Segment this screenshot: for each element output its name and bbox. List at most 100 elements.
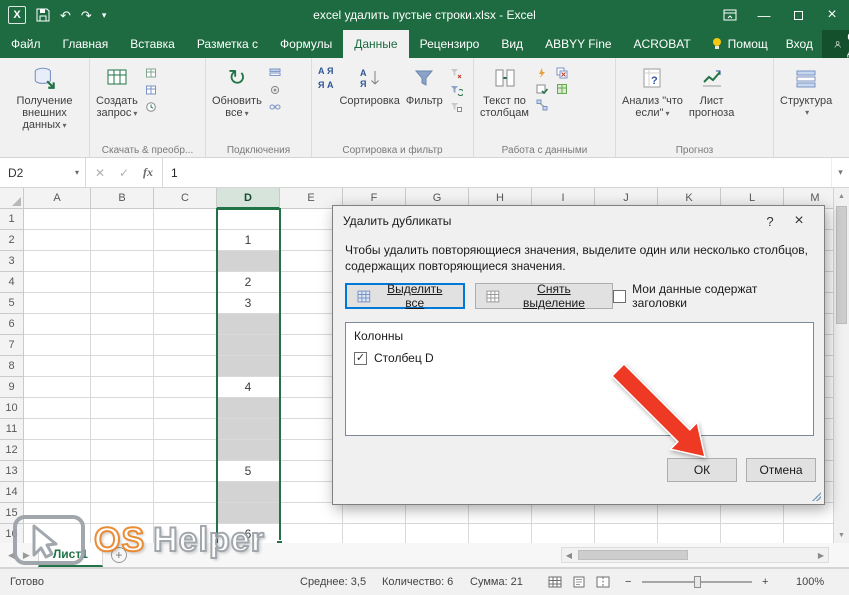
dialog-resize-grip[interactable] (811, 491, 821, 501)
row-header-14[interactable]: 14 (0, 482, 24, 503)
cell-A1[interactable] (24, 209, 91, 230)
cell-A4[interactable] (24, 272, 91, 293)
cancel-button[interactable]: Отмена (746, 458, 816, 482)
cell-A15[interactable] (24, 503, 91, 524)
row-header-3[interactable]: 3 (0, 251, 24, 272)
cell-A7[interactable] (24, 335, 91, 356)
formula-input[interactable]: 1 (163, 158, 831, 187)
maximize-button[interactable] (781, 0, 815, 30)
cell-D8[interactable] (217, 356, 280, 377)
cell-I15[interactable] (532, 503, 595, 524)
cell-G16[interactable] (406, 524, 469, 543)
cell-D2[interactable]: 1 (217, 230, 280, 251)
redo-icon[interactable]: ↷ (81, 9, 92, 22)
flash-fill-icon[interactable] (535, 67, 549, 79)
zoom-slider[interactable] (642, 569, 752, 595)
cell-E16[interactable] (280, 524, 343, 543)
sheet-tab-list1[interactable]: Лист1 (37, 543, 103, 567)
cell-A5[interactable] (24, 293, 91, 314)
cell-A8[interactable] (24, 356, 91, 377)
column-header-C[interactable]: C (154, 188, 217, 209)
cell-K15[interactable] (658, 503, 721, 524)
select-all-corner-button[interactable] (0, 188, 24, 209)
cell-D7[interactable] (217, 335, 280, 356)
row-header-13[interactable]: 13 (0, 461, 24, 482)
cell-B6[interactable] (91, 314, 154, 335)
column-header-D[interactable]: D (217, 188, 280, 209)
name-box[interactable]: D2 ▾ (0, 158, 86, 187)
cell-A2[interactable] (24, 230, 91, 251)
fill-handle[interactable] (276, 540, 283, 543)
row-header-7[interactable]: 7 (0, 335, 24, 356)
unselect-all-button[interactable]: Снять выделение (474, 282, 614, 310)
show-queries-icon[interactable] (144, 67, 158, 79)
column-header-A[interactable]: A (24, 188, 91, 209)
cell-D3[interactable] (217, 251, 280, 272)
cell-A12[interactable] (24, 440, 91, 461)
ok-button[interactable]: ОК (667, 458, 737, 482)
cell-C9[interactable] (154, 377, 217, 398)
scroll-down-icon[interactable]: ▼ (834, 527, 849, 543)
cell-B1[interactable] (91, 209, 154, 230)
sort-az-icon[interactable]: А Я (318, 67, 333, 76)
tab-view[interactable]: Вид (490, 30, 534, 58)
cell-B10[interactable] (91, 398, 154, 419)
ribbon-display-options-icon[interactable] (713, 0, 747, 30)
tab-insert[interactable]: Вставка (119, 30, 186, 58)
cell-C16[interactable] (154, 524, 217, 543)
cell-C2[interactable] (154, 230, 217, 251)
row-header-16[interactable]: 16 (0, 524, 24, 543)
insert-function-icon[interactable]: fx (136, 165, 160, 180)
outline-button[interactable]: Структура ▾ (777, 61, 835, 141)
vertical-scroll-thumb[interactable] (836, 206, 847, 324)
cell-C13[interactable] (154, 461, 217, 482)
cell-D11[interactable] (217, 419, 280, 440)
text-to-columns-button[interactable]: Текст по столбцам (477, 61, 532, 141)
cell-B8[interactable] (91, 356, 154, 377)
new-sheet-button[interactable]: + (110, 547, 127, 563)
normal-view-icon[interactable] (548, 576, 562, 588)
sign-in-button[interactable]: Вход (777, 30, 822, 58)
zoom-out-icon[interactable]: − (625, 569, 631, 595)
cell-B15[interactable] (91, 503, 154, 524)
cell-D1[interactable] (217, 209, 280, 230)
cell-A14[interactable] (24, 482, 91, 503)
cell-C1[interactable] (154, 209, 217, 230)
dialog-close-button[interactable]: × (784, 212, 814, 230)
tab-page-layout[interactable]: Разметка с (186, 30, 269, 58)
row-header-4[interactable]: 4 (0, 272, 24, 293)
tab-data[interactable]: Данные (343, 30, 409, 58)
cell-L16[interactable] (721, 524, 784, 543)
new-query-button[interactable]: Создать запрос ▾ (93, 61, 141, 141)
filter-button[interactable]: Фильтр (403, 61, 446, 141)
confirm-entry-icon[interactable]: ✓ (112, 166, 136, 180)
horizontal-scrollbar[interactable]: ◀ ▶ (561, 547, 829, 563)
cell-A10[interactable] (24, 398, 91, 419)
cell-J15[interactable] (595, 503, 658, 524)
cell-H16[interactable] (469, 524, 532, 543)
cell-E15[interactable] (280, 503, 343, 524)
tab-formulas[interactable]: Формулы (269, 30, 343, 58)
cell-C11[interactable] (154, 419, 217, 440)
cell-C4[interactable] (154, 272, 217, 293)
cell-B4[interactable] (91, 272, 154, 293)
tab-abbyy[interactable]: ABBYY Fine (534, 30, 622, 58)
advanced-filter-icon[interactable] (449, 101, 463, 113)
cell-D4[interactable]: 2 (217, 272, 280, 293)
cell-D10[interactable] (217, 398, 280, 419)
cell-B14[interactable] (91, 482, 154, 503)
cell-A9[interactable] (24, 377, 91, 398)
excel-logo-icon[interactable]: X (8, 6, 26, 24)
cell-A16[interactable] (24, 524, 91, 543)
undo-icon[interactable]: ↶ (60, 9, 71, 22)
row-header-9[interactable]: 9 (0, 377, 24, 398)
column-d-list-item[interactable]: ✓ Столбец D (354, 351, 805, 365)
cell-D9[interactable]: 4 (217, 377, 280, 398)
cell-D12[interactable] (217, 440, 280, 461)
cell-F16[interactable] (343, 524, 406, 543)
cell-C14[interactable] (154, 482, 217, 503)
clear-filter-icon[interactable] (449, 67, 463, 79)
dialog-help-button[interactable]: ? (756, 214, 784, 229)
cell-B16[interactable] (91, 524, 154, 543)
cell-L15[interactable] (721, 503, 784, 524)
